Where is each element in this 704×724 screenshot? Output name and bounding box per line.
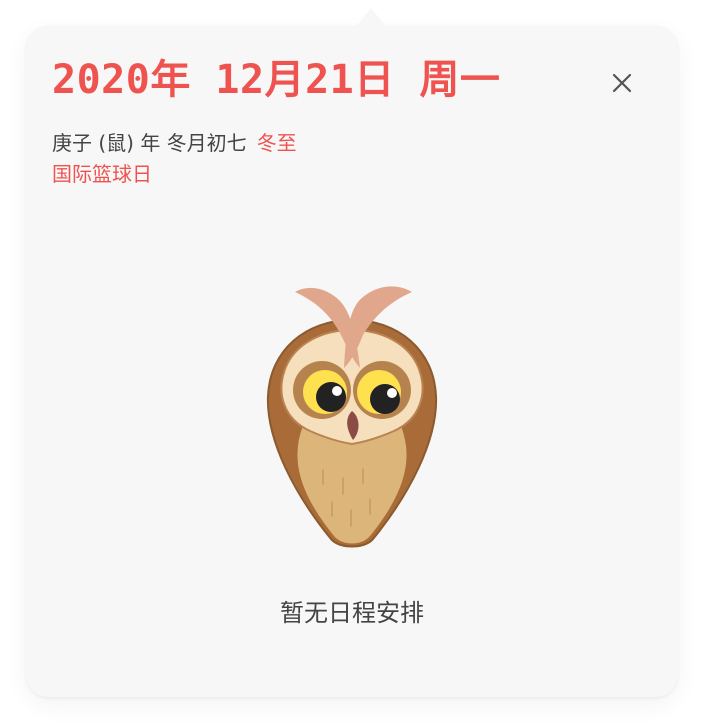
lunar-date-line: 庚子 (鼠) 年 冬月初七 冬至 [52, 133, 297, 153]
popover-arrow [344, 8, 398, 29]
empty-schedule-message: 暂无日程安排 [280, 599, 424, 627]
solar-term: 冬至 [256, 131, 297, 155]
festival-label: 国际篮球日 [52, 162, 152, 186]
date-title: 2020年 12月21日 周一 [52, 57, 501, 103]
owl-right-eye [353, 361, 411, 419]
close-button[interactable] [606, 67, 638, 99]
close-icon [610, 71, 634, 95]
owl-illustration [266, 286, 438, 548]
calendar-day-popover: 2020年 12月21日 周一 庚子 (鼠) 年 冬月初七 冬至 国际篮球日 暂… [26, 8, 678, 697]
owl-left-eye [293, 361, 351, 419]
lunar-date: 庚子 (鼠) 年 冬月初七 [52, 131, 247, 155]
